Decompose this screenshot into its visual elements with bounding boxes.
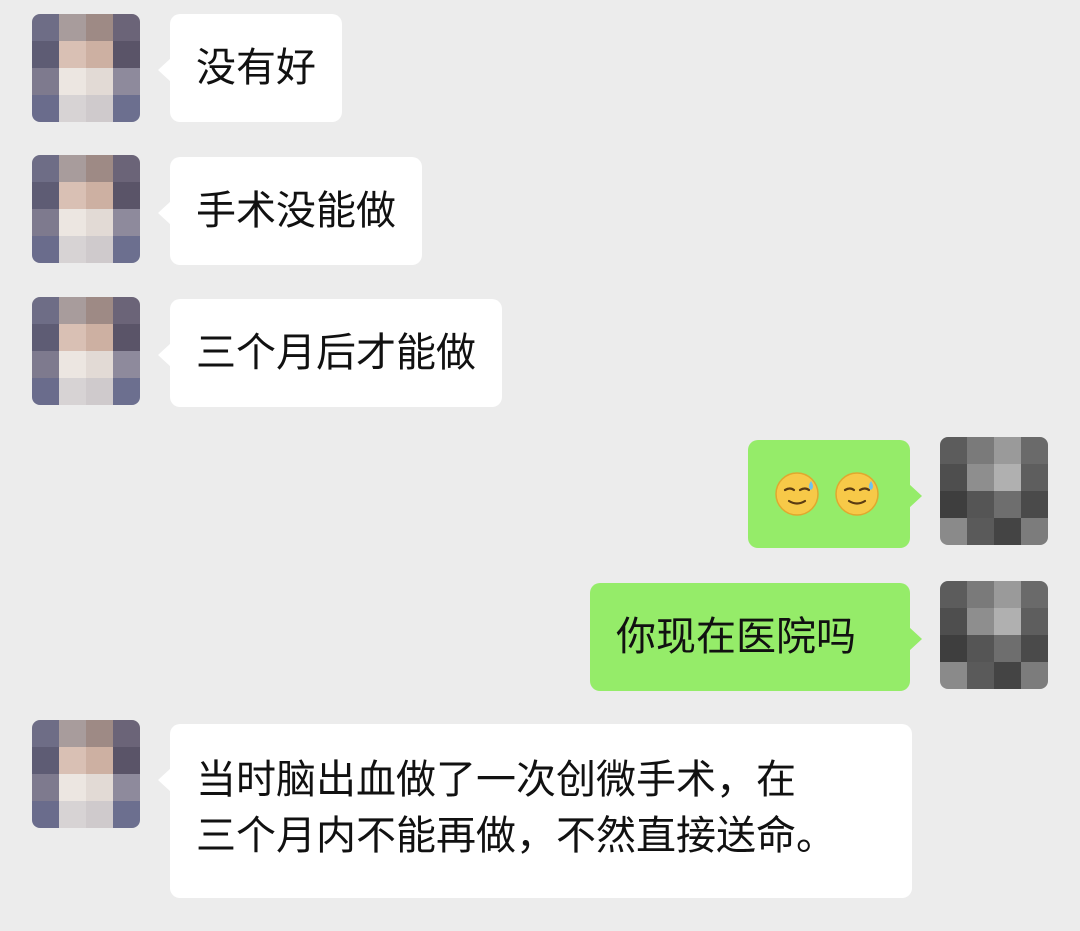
contact-avatar[interactable] — [32, 14, 140, 122]
sweat-smile-emoji-icon — [775, 472, 819, 516]
message-bubble[interactable]: 没有好 — [158, 14, 342, 122]
message-text-line: 当时脑出血做了一次创微手术，在 — [196, 757, 796, 803]
message-text: 没有好 — [196, 45, 316, 91]
message-bubble[interactable]: 当时脑出血做了一次创微手术，在 三个月内不能再做，不然直接送命。 — [158, 724, 912, 898]
sweat-smile-emoji-icon — [835, 472, 879, 516]
message-bubble[interactable]: 你现在医院吗 — [590, 583, 922, 691]
contact-avatar[interactable] — [32, 720, 140, 828]
message-text: 你现在医院吗 — [616, 614, 856, 660]
my-avatar[interactable] — [940, 437, 1048, 545]
my-avatar[interactable] — [940, 581, 1048, 689]
message-text: 三个月后才能做 — [196, 330, 476, 376]
message-bubble[interactable]: 三个月后才能做 — [158, 299, 502, 407]
contact-avatar[interactable] — [32, 297, 140, 405]
message-bubble[interactable]: 手术没能做 — [158, 157, 422, 265]
contact-avatar[interactable] — [32, 155, 140, 263]
message-bubble[interactable] — [748, 440, 922, 548]
message-text-line: 三个月内不能再做，不然直接送命。 — [196, 813, 836, 859]
message-text: 手术没能做 — [196, 188, 396, 234]
chat-window: 没有好 手术没能做 三个月后才能做 你现在医院吗 当时脑出血做了一次创微手术，在… — [0, 0, 1080, 931]
